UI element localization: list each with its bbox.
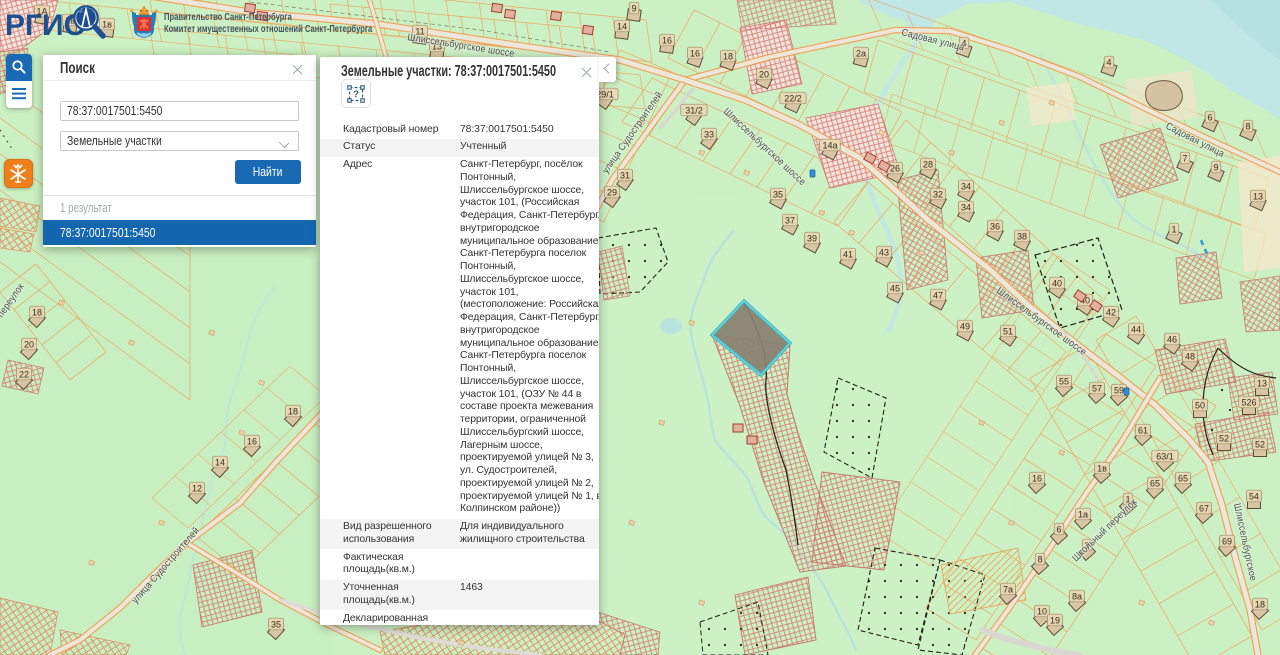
svg-text:44: 44 [1131, 324, 1141, 334]
svg-text:6: 6 [1056, 524, 1061, 534]
svg-text:57: 57 [1092, 383, 1102, 393]
svg-text:45: 45 [890, 283, 900, 293]
svg-text:52: 52 [1255, 439, 1265, 449]
svg-text:16: 16 [690, 48, 700, 58]
svg-text:9: 9 [631, 3, 636, 13]
svg-text:47: 47 [933, 290, 943, 300]
svg-text:22: 22 [19, 369, 29, 379]
svg-text:31/2: 31/2 [685, 105, 703, 115]
svg-text:2a: 2a [856, 48, 866, 58]
svg-text:50: 50 [1195, 400, 1205, 410]
svg-text:41: 41 [843, 249, 853, 259]
svg-text:22/2: 22/2 [784, 93, 802, 103]
svg-text:16: 16 [1032, 473, 1042, 483]
svg-text:14: 14 [215, 457, 225, 467]
svg-text:28: 28 [923, 159, 933, 169]
svg-text:26: 26 [890, 163, 900, 173]
svg-text:37: 37 [785, 215, 795, 225]
svg-text:49: 49 [960, 321, 970, 331]
svg-text:59: 59 [1114, 385, 1124, 395]
svg-text:?: ? [353, 89, 359, 100]
svg-text:526: 526 [1241, 397, 1256, 407]
svg-text:65: 65 [1150, 478, 1160, 488]
svg-text:39: 39 [807, 233, 817, 243]
svg-text:34: 34 [961, 202, 971, 212]
svg-text:20: 20 [759, 69, 769, 79]
svg-text:43: 43 [879, 247, 889, 257]
svg-text:8: 8 [1245, 121, 1250, 131]
svg-text:55: 55 [1059, 376, 1069, 386]
svg-text:54: 54 [1249, 491, 1259, 501]
svg-text:34: 34 [961, 181, 971, 191]
svg-text:18: 18 [723, 51, 733, 61]
svg-text:32: 32 [933, 189, 943, 199]
svg-text:48: 48 [1185, 351, 1195, 361]
svg-text:69: 69 [1222, 536, 1232, 546]
svg-text:9: 9 [1213, 162, 1218, 172]
svg-text:67: 67 [1199, 503, 1209, 513]
svg-text:31: 31 [620, 170, 630, 180]
svg-text:12: 12 [192, 483, 202, 493]
svg-text:18: 18 [288, 406, 298, 416]
svg-text:10: 10 [1037, 606, 1047, 616]
svg-text:52: 52 [1219, 433, 1229, 443]
svg-text:63/1: 63/1 [1156, 451, 1174, 461]
svg-text:36: 36 [990, 221, 1000, 231]
svg-text:7а: 7а [1003, 584, 1013, 594]
svg-text:1: 1 [1171, 224, 1176, 234]
svg-text:7: 7 [1182, 153, 1187, 163]
svg-text:1а: 1а [1078, 509, 1088, 519]
svg-text:38: 38 [1017, 231, 1027, 241]
svg-text:16: 16 [247, 436, 257, 446]
svg-text:61: 61 [1138, 425, 1148, 435]
svg-text:42: 42 [1106, 307, 1116, 317]
svg-text:19: 19 [1050, 615, 1060, 625]
svg-text:8а: 8а [1072, 591, 1082, 601]
svg-text:35: 35 [271, 619, 281, 629]
svg-text:51: 51 [1003, 326, 1013, 336]
svg-text:29: 29 [607, 187, 617, 197]
svg-text:35: 35 [773, 189, 783, 199]
svg-text:18: 18 [1255, 599, 1265, 609]
svg-text:13: 13 [1257, 378, 1267, 388]
svg-text:16: 16 [662, 35, 672, 45]
svg-text:1в: 1в [1097, 463, 1107, 473]
svg-text:65: 65 [1178, 473, 1188, 483]
svg-text:13: 13 [1253, 191, 1263, 201]
svg-text:46: 46 [1167, 334, 1177, 344]
svg-text:18: 18 [32, 307, 42, 317]
svg-text:8: 8 [1037, 554, 1042, 564]
svg-text:40: 40 [1052, 278, 1062, 288]
svg-text:20: 20 [24, 339, 34, 349]
svg-text:6: 6 [1207, 112, 1212, 122]
svg-text:14: 14 [617, 21, 627, 31]
svg-text:14а: 14а [822, 140, 837, 150]
svg-text:4: 4 [1106, 57, 1111, 67]
svg-text:33: 33 [704, 129, 714, 139]
